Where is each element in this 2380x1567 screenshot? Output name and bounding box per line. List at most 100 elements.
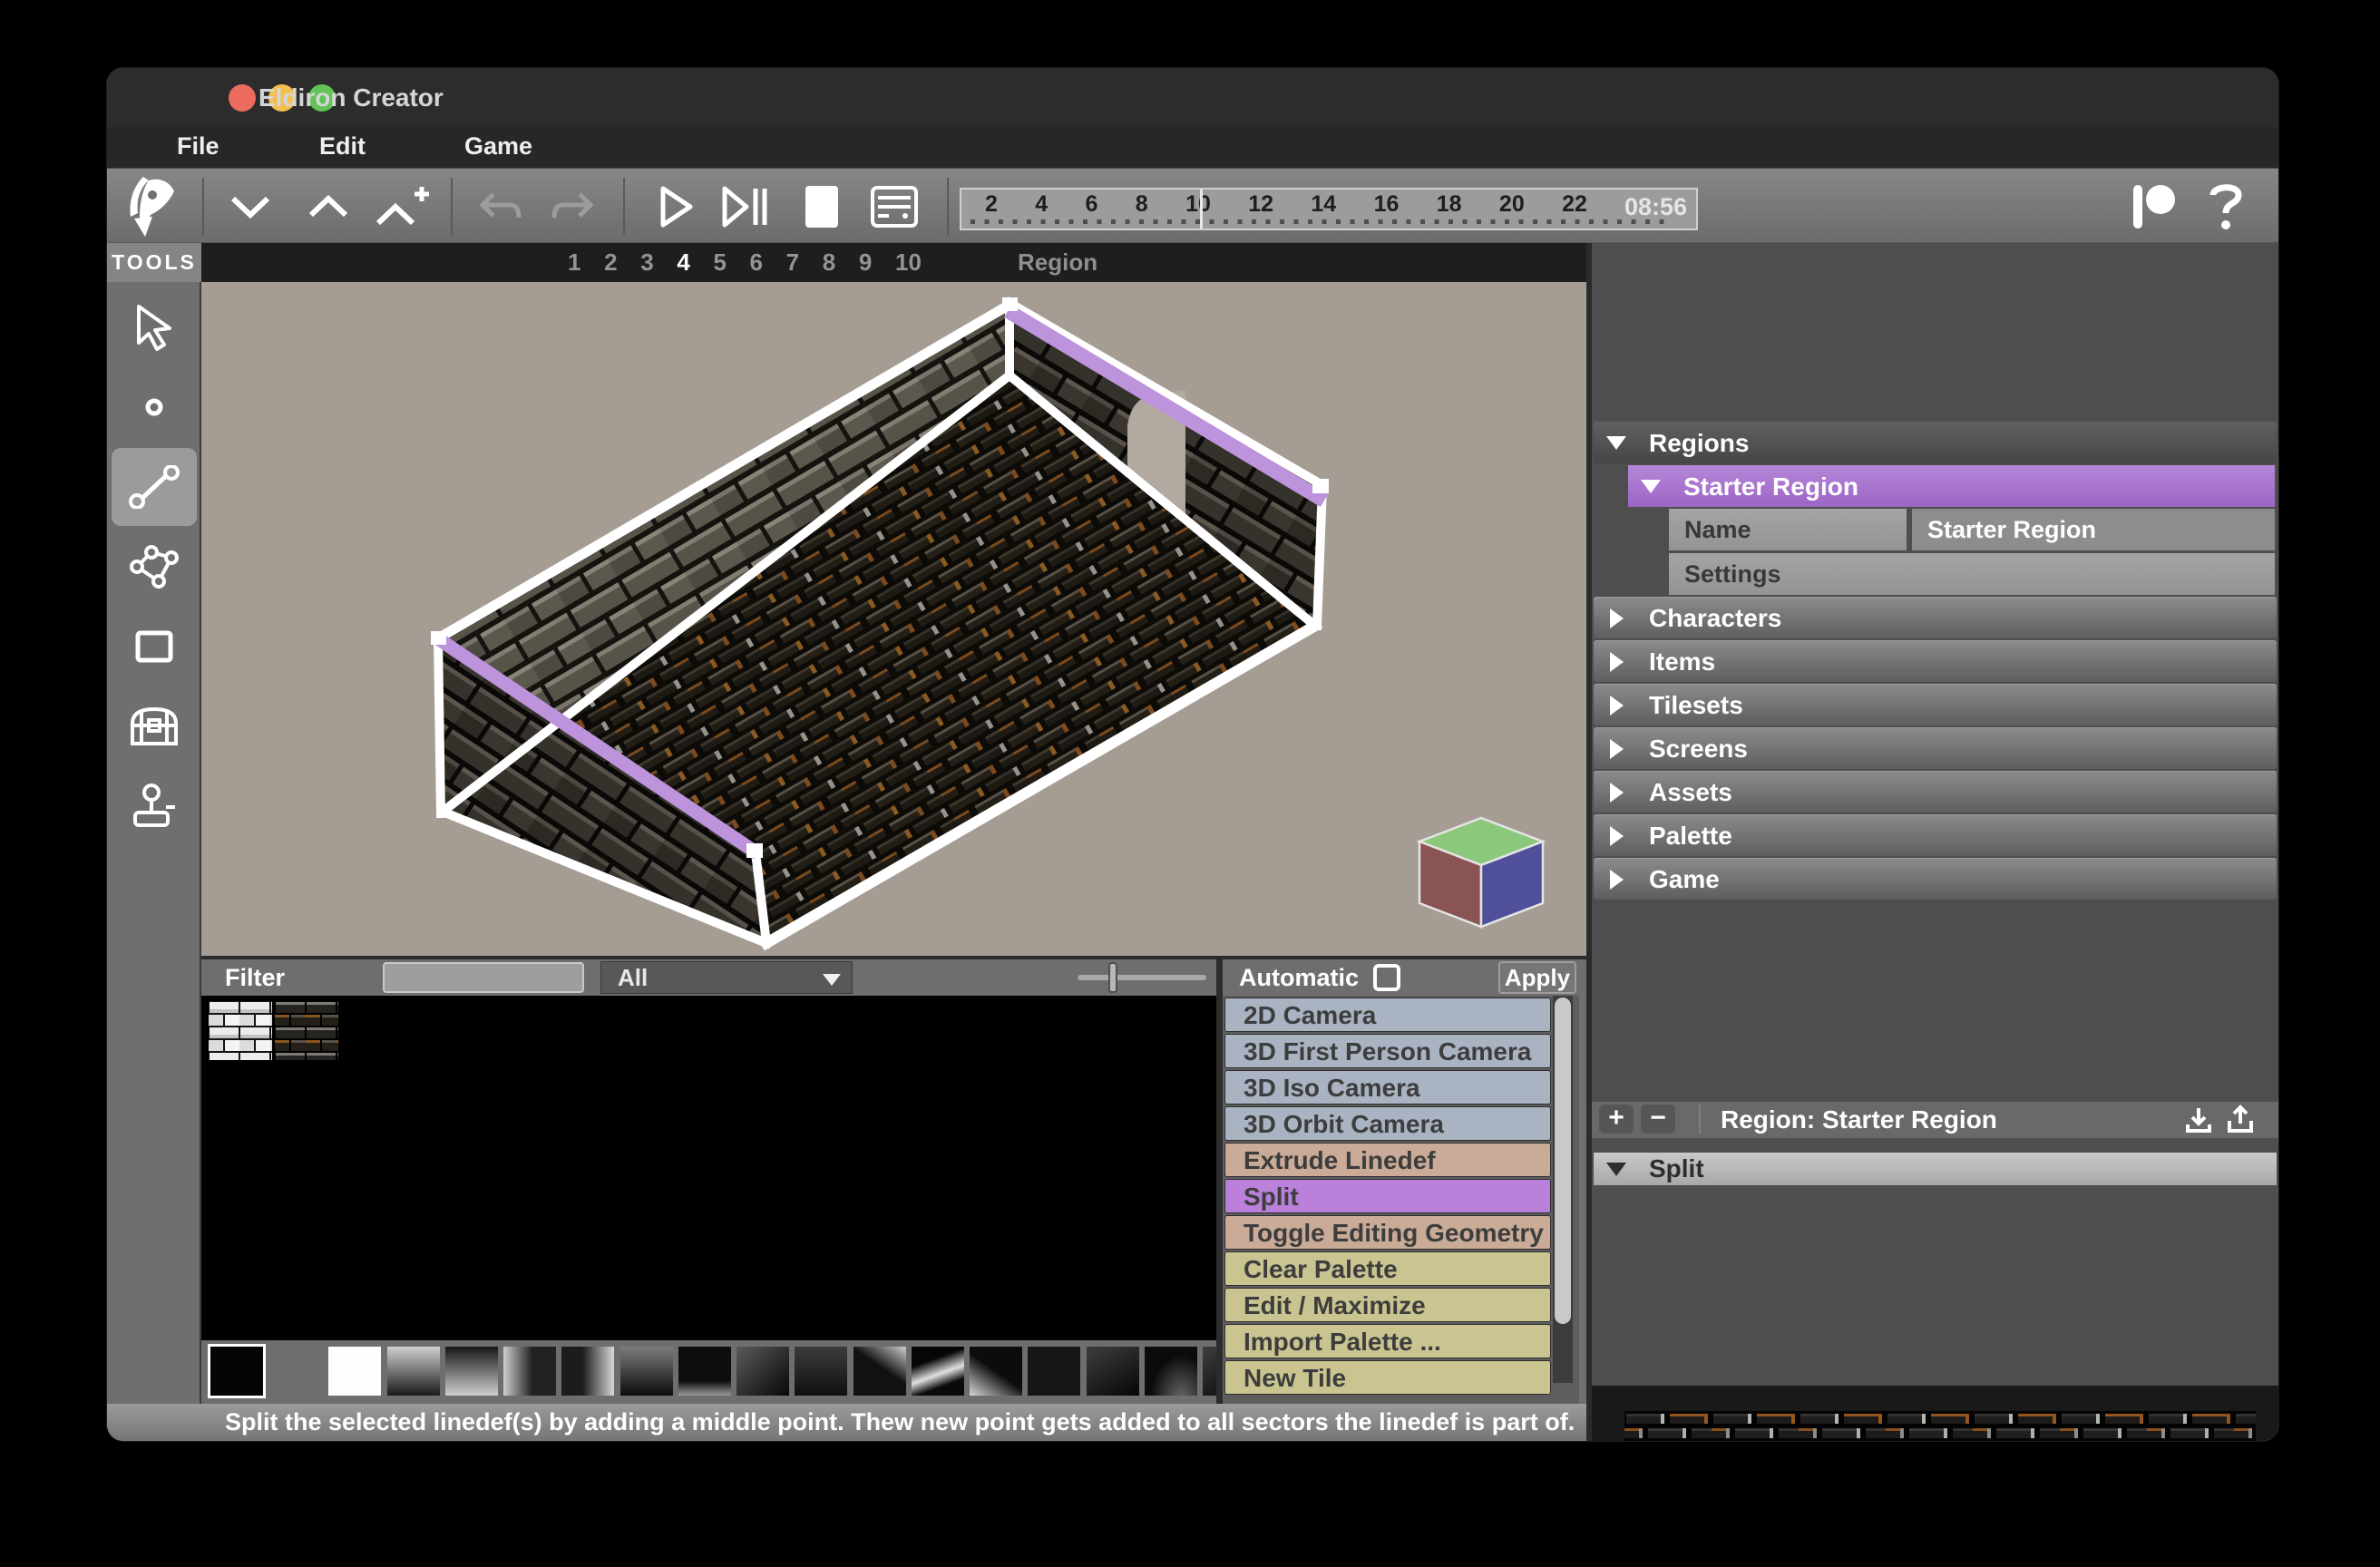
chevron-right-icon xyxy=(1610,608,1624,628)
remove-button[interactable]: − xyxy=(1641,1105,1675,1134)
command-extrude-linedef[interactable]: Extrude Linedef xyxy=(1224,1143,1551,1177)
upload-icon[interactable] xyxy=(2223,1105,2258,1134)
undo-icon[interactable] xyxy=(473,169,528,244)
vertex-icon xyxy=(144,397,164,417)
tab-10[interactable]: 10 xyxy=(895,248,922,277)
stop-icon[interactable] xyxy=(798,169,845,244)
section-tilesets[interactable]: Tilesets xyxy=(1594,684,2277,725)
gradient-swatch[interactable] xyxy=(1028,1347,1080,1396)
layer-tabs[interactable]: 1 2 3 4 5 6 7 8 9 10 xyxy=(568,243,922,282)
gradient-swatch[interactable] xyxy=(853,1347,906,1396)
command-scrollbar[interactable] xyxy=(1553,996,1573,1383)
patreon-icon[interactable] xyxy=(2124,169,2184,244)
play-icon[interactable] xyxy=(649,169,704,244)
map-viewport[interactable] xyxy=(201,282,1586,956)
add-button[interactable]: + xyxy=(1599,1105,1634,1134)
apply-button[interactable]: Apply xyxy=(1498,961,1576,994)
filter-input[interactable] xyxy=(383,962,584,993)
swatch-white[interactable] xyxy=(328,1347,381,1396)
debug-list-icon[interactable] xyxy=(867,169,922,244)
tile-palette[interactable] xyxy=(201,996,1216,1340)
chevron-right-icon xyxy=(1610,652,1624,672)
gradient-swatch[interactable] xyxy=(503,1347,556,1396)
gradient-swatch[interactable] xyxy=(561,1347,614,1396)
command-import-palette[interactable]: Import Palette ... xyxy=(1224,1324,1551,1358)
section-palette[interactable]: Palette xyxy=(1594,814,2277,856)
swatch-black-selected[interactable] xyxy=(210,1347,263,1396)
tab-3[interactable]: 3 xyxy=(640,248,653,277)
chevron-right-icon xyxy=(1610,739,1624,759)
command-3d-orbit-camera[interactable]: 3D Orbit Camera xyxy=(1224,1106,1551,1141)
region-tab-label[interactable]: Region xyxy=(1018,243,1163,282)
texture-preview[interactable] xyxy=(1624,1411,2256,1441)
statusbar: Split the selected linedef(s) by adding … xyxy=(107,1404,1586,1441)
gradient-swatch[interactable] xyxy=(970,1347,1022,1396)
command-toggle-geometry[interactable]: Toggle Editing Geometry xyxy=(1224,1215,1551,1250)
tab-4-active[interactable]: 4 xyxy=(677,248,689,277)
command-scrollbar-thumb[interactable] xyxy=(1555,998,1571,1324)
split-panel-header[interactable]: Split xyxy=(1594,1153,2277,1185)
zoom-slider-track[interactable] xyxy=(1078,975,1206,980)
tool-linedef[interactable] xyxy=(112,448,197,526)
download-icon[interactable] xyxy=(2181,1105,2216,1134)
tool-rect[interactable] xyxy=(112,608,197,686)
tab-5[interactable]: 5 xyxy=(713,248,726,277)
chevron-up-plus-icon[interactable] xyxy=(372,169,432,244)
gradient-swatch[interactable] xyxy=(620,1347,673,1396)
redo-icon[interactable] xyxy=(545,169,600,244)
palette-tile-white-brick[interactable] xyxy=(209,1001,272,1060)
help-icon[interactable] xyxy=(2200,169,2251,244)
section-assets[interactable]: Assets xyxy=(1594,771,2277,813)
menu-edit[interactable]: Edit xyxy=(319,127,366,168)
chevron-down-icon[interactable] xyxy=(223,169,278,244)
menu-file[interactable]: File xyxy=(177,127,219,168)
menu-game[interactable]: Game xyxy=(464,127,532,168)
tool-sector[interactable] xyxy=(112,528,197,606)
name-field-value[interactable]: Starter Region xyxy=(1912,509,2275,550)
gradient-swatch[interactable] xyxy=(387,1347,440,1396)
filter-dropdown[interactable]: All xyxy=(600,961,853,994)
gradient-swatch[interactable] xyxy=(678,1347,731,1396)
gradient-swatch[interactable] xyxy=(736,1347,789,1396)
region-item-starter-region[interactable]: Starter Region xyxy=(1628,465,2275,507)
play-pause-icon[interactable] xyxy=(715,169,775,244)
section-label: Items xyxy=(1649,647,1715,676)
section-label: Characters xyxy=(1649,604,1781,633)
tab-1[interactable]: 1 xyxy=(568,248,580,277)
automatic-checkbox[interactable] xyxy=(1373,964,1400,991)
tool-game[interactable] xyxy=(112,767,197,845)
gradient-swatch[interactable] xyxy=(912,1347,964,1396)
tool-tileset[interactable] xyxy=(112,687,197,765)
toolbar: 24 68 1012 1416 1820 22 08:56 xyxy=(107,168,2278,243)
command-3d-iso-camera[interactable]: 3D Iso Camera xyxy=(1224,1070,1551,1105)
tool-select[interactable] xyxy=(112,288,197,366)
command-new-tile[interactable]: New Tile xyxy=(1224,1360,1551,1395)
section-game[interactable]: Game xyxy=(1594,858,2277,900)
tab-7[interactable]: 7 xyxy=(786,248,799,277)
tab-9[interactable]: 9 xyxy=(859,248,872,277)
section-characters[interactable]: Characters xyxy=(1594,597,2277,638)
zoom-slider-handle[interactable] xyxy=(1108,962,1117,993)
texture-preview-panel xyxy=(1592,1386,2278,1441)
command-3d-fp-camera[interactable]: 3D First Person Camera xyxy=(1224,1034,1551,1068)
command-2d-camera[interactable]: 2D Camera xyxy=(1224,998,1551,1032)
timeline-ruler[interactable]: 24 68 1012 1416 1820 22 08:56 xyxy=(960,188,1698,230)
tool-vertex[interactable] xyxy=(112,368,197,446)
chevron-up-icon[interactable] xyxy=(301,169,356,244)
close-traffic-light[interactable] xyxy=(229,84,256,112)
tab-8[interactable]: 8 xyxy=(823,248,835,277)
command-edit-maximize[interactable]: Edit / Maximize xyxy=(1224,1288,1551,1322)
gradient-swatch[interactable] xyxy=(795,1347,847,1396)
settings-button[interactable]: Settings xyxy=(1669,553,2275,595)
gradient-swatch[interactable] xyxy=(1145,1347,1197,1396)
tab-6[interactable]: 6 xyxy=(750,248,763,277)
gradient-swatch[interactable] xyxy=(445,1347,498,1396)
palette-tile-dark-brick[interactable] xyxy=(275,1001,338,1060)
section-screens[interactable]: Screens xyxy=(1594,727,2277,769)
command-split-selected[interactable]: Split xyxy=(1224,1179,1551,1213)
tab-2[interactable]: 2 xyxy=(604,248,617,277)
section-regions[interactable]: Regions xyxy=(1594,422,2277,463)
gradient-swatch[interactable] xyxy=(1087,1347,1139,1396)
section-items[interactable]: Items xyxy=(1594,640,2277,682)
command-clear-palette[interactable]: Clear Palette xyxy=(1224,1251,1551,1286)
